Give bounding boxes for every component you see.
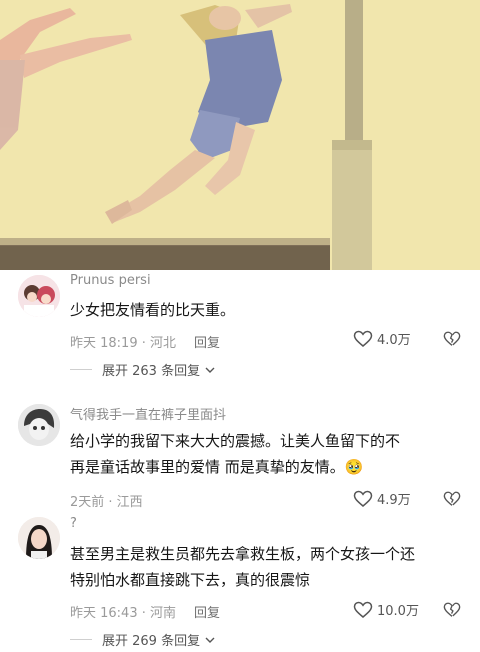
like-count: 10.0万 [377,604,419,619]
heart-icon [353,601,373,618]
expand-replies-label: 展开 263 条回复 [102,364,201,379]
comment-username[interactable]: Prunus persi [70,273,151,288]
comment-text: 甚至男主是救生员都先去拿救生板，两个女孩一个还特别怕水都直接跳下去，真的很震惊 [70,545,416,589]
divider-line [70,639,92,640]
heart-icon [353,330,373,347]
video-still-image [0,0,480,270]
reply-button[interactable]: 回复 [194,336,220,351]
reply-button[interactable]: 回复 [194,606,220,621]
comment-item: 气得我手一直在裤子里面抖 给小学的我留下来大大的震撼。让美人鱼留下的不再是童话故… [0,400,480,512]
chevron-down-icon [205,637,215,643]
comment-meta: 2天前 · 江西 [70,491,143,510]
comment-item: Prunus persi 少女把友情看的比天重。 昨天 18:19 · 河北 回复… [0,270,480,382]
like-count: 4.0万 [377,333,411,348]
heart-icon [353,490,373,507]
avatar-portrait-icon [18,517,60,559]
avatar[interactable] [18,517,60,559]
dislike-broken-heart-icon[interactable] [443,330,461,348]
divider-line [70,369,92,370]
avatar-sketch-icon [18,404,60,446]
comments-list: Prunus persi 少女把友情看的比天重。 昨天 18:19 · 河北 回复… [0,270,480,652]
comment-text: 少女把友情看的比天重。 [70,301,236,319]
like-button[interactable]: 4.0万 [353,329,411,348]
comment-username[interactable]: 气得我手一直在裤子里面抖 [70,404,226,423]
expand-replies-button[interactable]: 展开 263 条回复 [70,360,217,379]
video-frame[interactable] [0,0,480,270]
avatar[interactable] [18,404,60,446]
expand-replies-label: 展开 269 条回复 [102,634,201,649]
chevron-down-icon [205,367,215,373]
comment-meta: 昨天 16:43 · 河南 回复 [70,602,220,621]
avatar-anime-icon [18,275,60,317]
expand-replies-button[interactable]: 展开 269 条回复 [70,630,217,649]
like-button[interactable]: 4.9万 [353,489,411,508]
avatar[interactable] [18,275,60,317]
comment-time-location: 昨天 18:19 · 河北 [70,336,176,351]
comment-username[interactable]: ? [70,516,77,531]
comment-meta: 昨天 18:19 · 河北 回复 [70,332,220,351]
comment-time-location: 昨天 16:43 · 河南 [70,606,176,621]
like-button[interactable]: 10.0万 [353,600,419,619]
dislike-broken-heart-icon[interactable] [443,490,461,508]
comment-item: ? 甚至男主是救生员都先去拿救生板，两个女孩一个还特别怕水都直接跳下去，真的很震… [0,514,480,652]
dislike-broken-heart-icon[interactable] [443,601,461,619]
comment-text: 给小学的我留下来大大的震撼。让美人鱼留下的不再是童话故事里的爱情 而是真挚的友情… [70,432,401,476]
comment-time-location: 2天前 · 江西 [70,495,143,510]
like-count: 4.9万 [377,493,411,508]
